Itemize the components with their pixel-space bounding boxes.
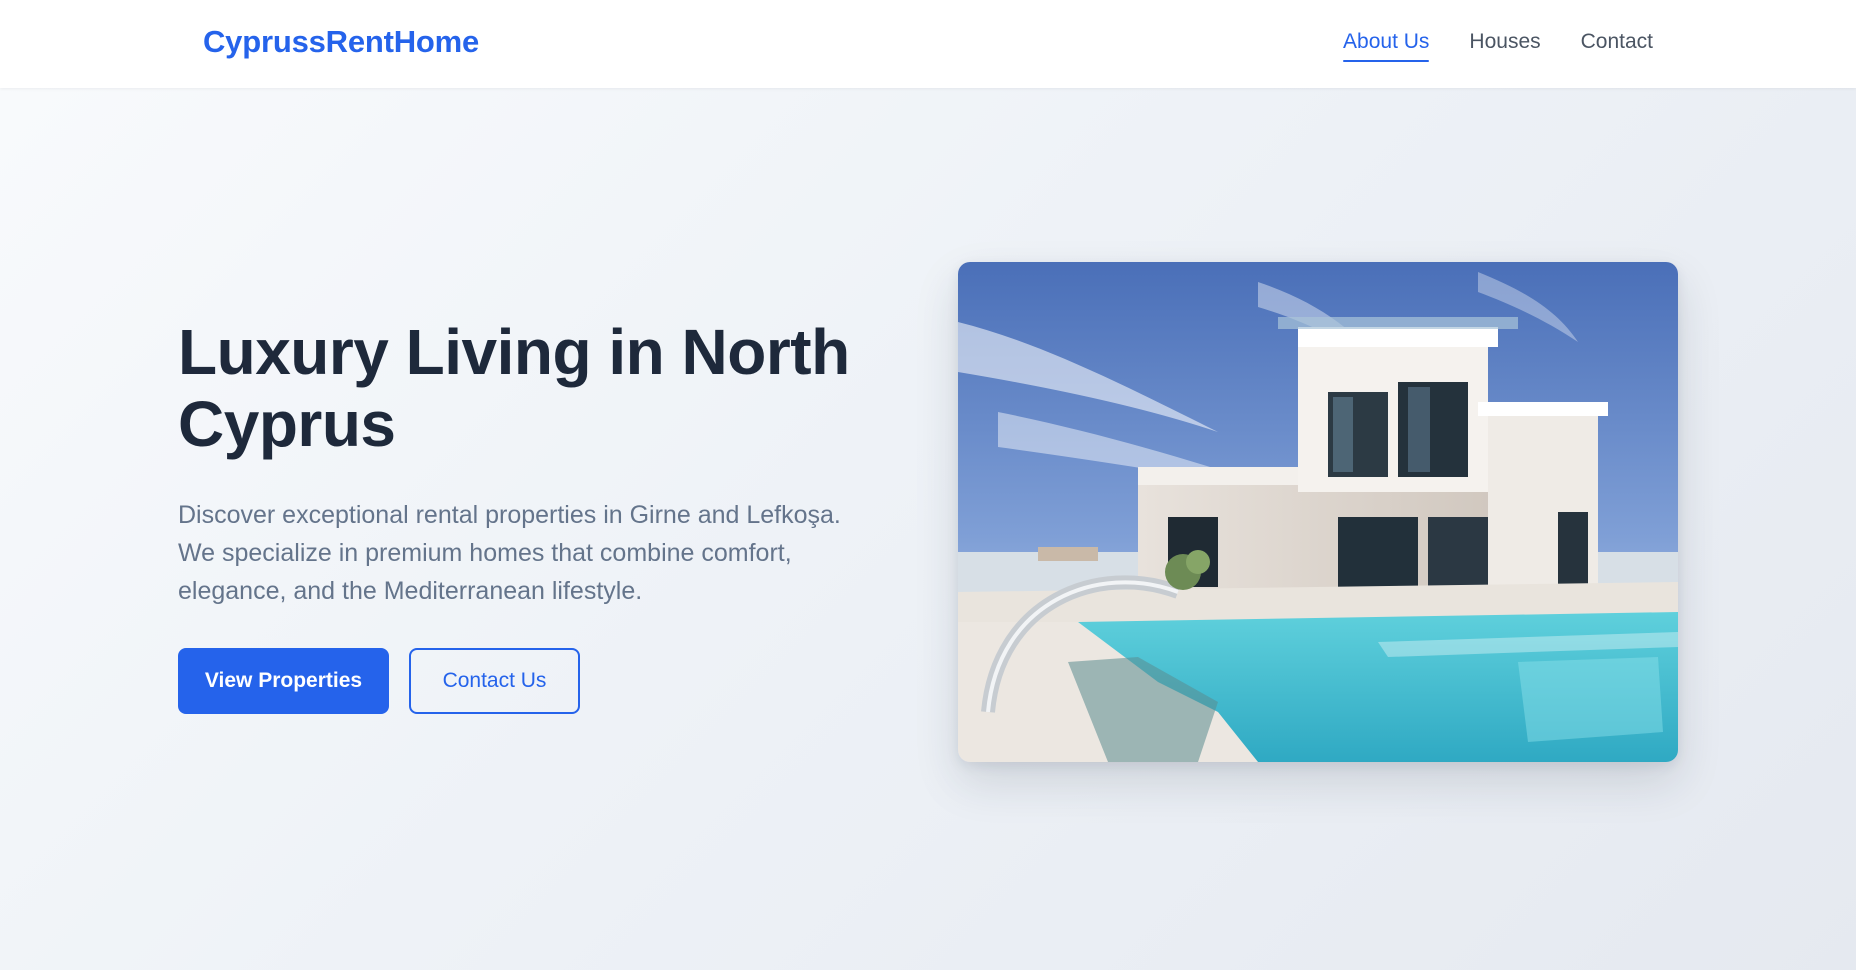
nav-houses[interactable]: Houses bbox=[1469, 30, 1540, 60]
main-nav: About Us Houses Contact bbox=[1343, 30, 1653, 62]
brand-logo[interactable]: CyprussRentHome bbox=[203, 24, 479, 60]
view-properties-button[interactable]: View Properties bbox=[178, 648, 389, 714]
nav-about-us[interactable]: About Us bbox=[1343, 30, 1430, 62]
contact-us-button[interactable]: Contact Us bbox=[409, 648, 580, 714]
hero-image bbox=[958, 262, 1678, 762]
nav-contact[interactable]: Contact bbox=[1581, 30, 1653, 60]
hero-section: Luxury Living in North Cyprus Discover e… bbox=[0, 88, 1856, 970]
site-header: CyprussRentHome About Us Houses Contact bbox=[0, 0, 1856, 88]
villa-pool-image bbox=[958, 262, 1678, 762]
hero-description: Discover exceptional rental properties i… bbox=[178, 501, 841, 605]
hero-title: Luxury Living in North Cyprus bbox=[178, 316, 850, 460]
